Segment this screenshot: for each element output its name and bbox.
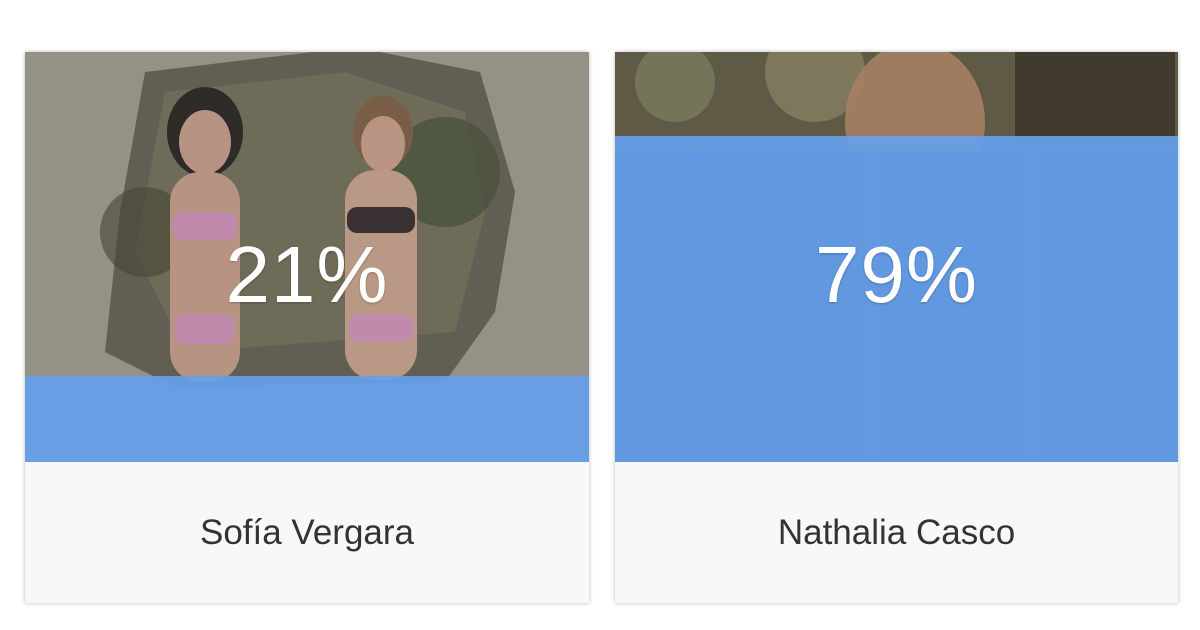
result-bar xyxy=(25,376,589,462)
option-name: Sofía Vergara xyxy=(199,512,415,552)
percent-label: 21% xyxy=(225,230,389,319)
poll-option-card[interactable]: 21% Sofía Vergara xyxy=(25,52,589,603)
poll-option-card[interactable]: 79% Nathalia Casco xyxy=(615,52,1178,603)
poll-results: 21% Sofía Vergara 79% Nathalia Casco xyxy=(0,0,1200,630)
option-image: 21% xyxy=(25,52,589,462)
option-image: 79% xyxy=(615,52,1178,462)
option-name: Nathalia Casco xyxy=(777,512,1016,552)
percent-label: 79% xyxy=(814,230,979,319)
